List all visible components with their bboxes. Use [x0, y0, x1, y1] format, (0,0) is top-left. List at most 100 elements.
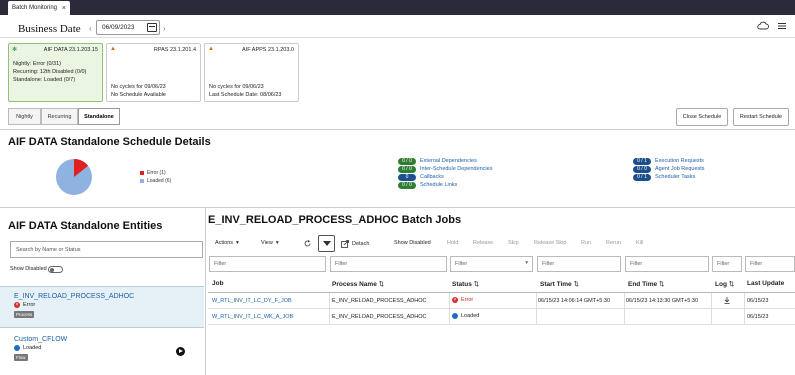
entity-item-custom-cflow[interactable]: Custom_CFLOW Loaded Flow [0, 330, 204, 372]
column-divider [449, 293, 450, 325]
filter-end-time[interactable]: Filter [625, 256, 709, 272]
table-row[interactable]: W_RTL_INV_IT_LC_WK_A_JOB E_INV_RELOAD_PR… [208, 309, 795, 325]
card-line: No cycles for 09/06/23 [209, 84, 264, 90]
tab-standalone[interactable]: Standalone [78, 108, 120, 125]
details-title: AIF DATA Standalone Schedule Details [8, 136, 211, 148]
restart-schedule-button[interactable]: Restart Schedule [733, 108, 789, 126]
tab-batch-monitoring[interactable]: Batch Monitoring × [8, 1, 70, 15]
detach-button[interactable]: Detach [341, 240, 369, 248]
sort-icon: ⇅ [573, 281, 579, 288]
link-execution-requests[interactable]: 0 / 1 Execution Requests [633, 157, 705, 165]
show-disabled-button[interactable]: Show Disabled [394, 240, 431, 246]
sort-icon: ⇅ [658, 281, 665, 288]
section-divider [0, 207, 795, 208]
page-title: Business Date [18, 23, 81, 35]
legend-label: Loaded (6) [147, 178, 172, 184]
caret-down-icon: ▾ [525, 260, 528, 266]
tab-nightly[interactable]: Nightly [8, 108, 41, 125]
play-icon[interactable] [176, 347, 185, 356]
release-button[interactable]: Release [473, 240, 493, 246]
column-divider [624, 293, 625, 325]
entity-item-reload-process[interactable]: E_INV_RELOAD_PROCESS_ADHOC × Error Proce… [0, 286, 204, 328]
process-name: E_INV_RELOAD_PROCESS_ADHOC [332, 314, 427, 320]
cloud-icon[interactable] [757, 21, 769, 30]
filter-job[interactable]: Filter [209, 256, 326, 272]
link-schedule-links[interactable]: 0 / 0 Schedule Links [398, 181, 492, 189]
hold-button[interactable]: Hold [447, 240, 458, 246]
release-skip-button[interactable]: Release Skip [534, 240, 566, 246]
filter-icon[interactable] [318, 235, 335, 252]
column-divider [536, 293, 537, 325]
schedule-card-rpas[interactable]: ▲ RPAS 23.1.201.4 No cycles for 09/06/23… [106, 43, 201, 102]
detach-icon [341, 240, 349, 248]
job-link[interactable]: W_RTL_INV_IT_LC_DY_F_JOB [212, 298, 292, 304]
column-header-start-time[interactable]: Start Time ⇅ [540, 280, 579, 288]
link-scheduler-tasks[interactable]: 0 / 1 Scheduler Tasks [633, 173, 705, 181]
legend-loaded: Loaded (6) [140, 178, 171, 184]
process-name: E_INV_RELOAD_PROCESS_ADHOC [332, 298, 427, 304]
entity-name[interactable]: Custom_CFLOW [14, 336, 190, 343]
legend-error: Error (1) [140, 170, 166, 176]
entity-search-input[interactable]: Search by Name or Status [10, 241, 203, 258]
sort-icon: ⇅ [378, 281, 385, 288]
menu-icon[interactable] [778, 22, 786, 30]
filter-status[interactable]: Filter ▾ [450, 256, 533, 272]
kill-button[interactable]: Kill [636, 240, 643, 246]
show-disabled-toggle[interactable] [48, 266, 63, 273]
sort-icon: ⇅ [473, 281, 480, 288]
column-divider [711, 293, 712, 325]
schedule-card-aif-apps[interactable]: ▲ AIF APPS 23.1.203.0 No cycles for 09/0… [204, 43, 299, 102]
end-time: 06/15/23 14:13:30 GMT+5:30 [626, 298, 699, 304]
download-icon[interactable] [724, 297, 730, 304]
chevron-right-icon[interactable]: › [163, 24, 166, 33]
calendar-icon[interactable] [147, 23, 157, 32]
section-divider [0, 129, 795, 130]
column-header-status[interactable]: Status ⇅ [452, 280, 479, 288]
rerun-button[interactable]: Rerun [606, 240, 621, 246]
column-header-log[interactable]: Log ⇅ [715, 280, 734, 288]
card-line: Nightly: Error (0/31) [13, 61, 61, 67]
column-divider [744, 293, 745, 325]
dependency-list: 0 / 0 External Dependencies 0 / 0 Inter-Sc… [398, 157, 492, 189]
warning-icon: ▲ [208, 46, 214, 52]
sort-icon: ⇅ [728, 281, 735, 288]
card-line: Recurring: 12th Disabled (0/0) [13, 69, 87, 75]
tab-recurring[interactable]: Recurring [41, 108, 78, 125]
view-menu[interactable]: View ▾ [261, 240, 279, 246]
entity-tag: Flow [14, 354, 28, 361]
schedule-card-aif-data[interactable]: ✻ AIF DATA 23.1.203.15 Nightly: Error (0… [8, 43, 103, 102]
card-title: RPAS 23.1.201.4 [153, 47, 196, 53]
column-header-end-time[interactable]: End Time ⇅ [628, 280, 664, 288]
card-title: AIF DATA 23.1.203.15 [43, 47, 98, 53]
job-status: Loaded [452, 313, 479, 319]
close-icon[interactable]: × [62, 5, 66, 12]
filter-process-name[interactable]: Filter [330, 256, 447, 272]
legend-swatch [140, 171, 144, 175]
link-agent-job-requests[interactable]: 0 / 0 Agent Job Requests [633, 165, 705, 173]
link-external-dependencies[interactable]: 0 / 0 External Dependencies [398, 157, 492, 165]
tab-title: Batch Monitoring [12, 5, 58, 11]
error-icon: × [14, 302, 20, 308]
column-header-job[interactable]: Job [212, 280, 224, 287]
skip-button[interactable]: Skip [508, 240, 519, 246]
run-button[interactable]: Run [581, 240, 591, 246]
filter-log[interactable]: Filter [712, 256, 742, 272]
error-icon: × [452, 297, 458, 303]
link-inter-schedule-dependencies[interactable]: 0 / 0 Inter-Schedule Dependencies [398, 165, 492, 173]
status-ok-icon: ✻ [12, 47, 18, 53]
actions-menu[interactable]: Actions ▾ [215, 240, 239, 246]
link-callbacks[interactable]: 0 Callbacks [398, 173, 492, 181]
caret-down-icon: ▾ [236, 240, 239, 246]
filter-last-update[interactable]: Filter [745, 256, 795, 272]
refresh-icon[interactable] [304, 240, 311, 247]
entity-name[interactable]: E_INV_RELOAD_PROCESS_ADHOC [14, 293, 190, 300]
loaded-icon [452, 313, 458, 319]
column-header-process-name[interactable]: Process Name ⇅ [332, 280, 384, 288]
close-schedule-button[interactable]: Close Schedule [676, 108, 728, 126]
table-row[interactable]: W_RTL_INV_IT_LC_DY_F_JOB E_INV_RELOAD_PR… [208, 293, 795, 309]
job-link[interactable]: W_RTL_INV_IT_LC_WK_A_JOB [212, 314, 293, 320]
caret-down-icon: ▾ [275, 240, 279, 246]
chevron-left-icon[interactable]: ‹ [89, 24, 92, 33]
filter-start-time[interactable]: Filter [537, 256, 621, 272]
column-header-last-update[interactable]: Last Update [747, 280, 784, 287]
